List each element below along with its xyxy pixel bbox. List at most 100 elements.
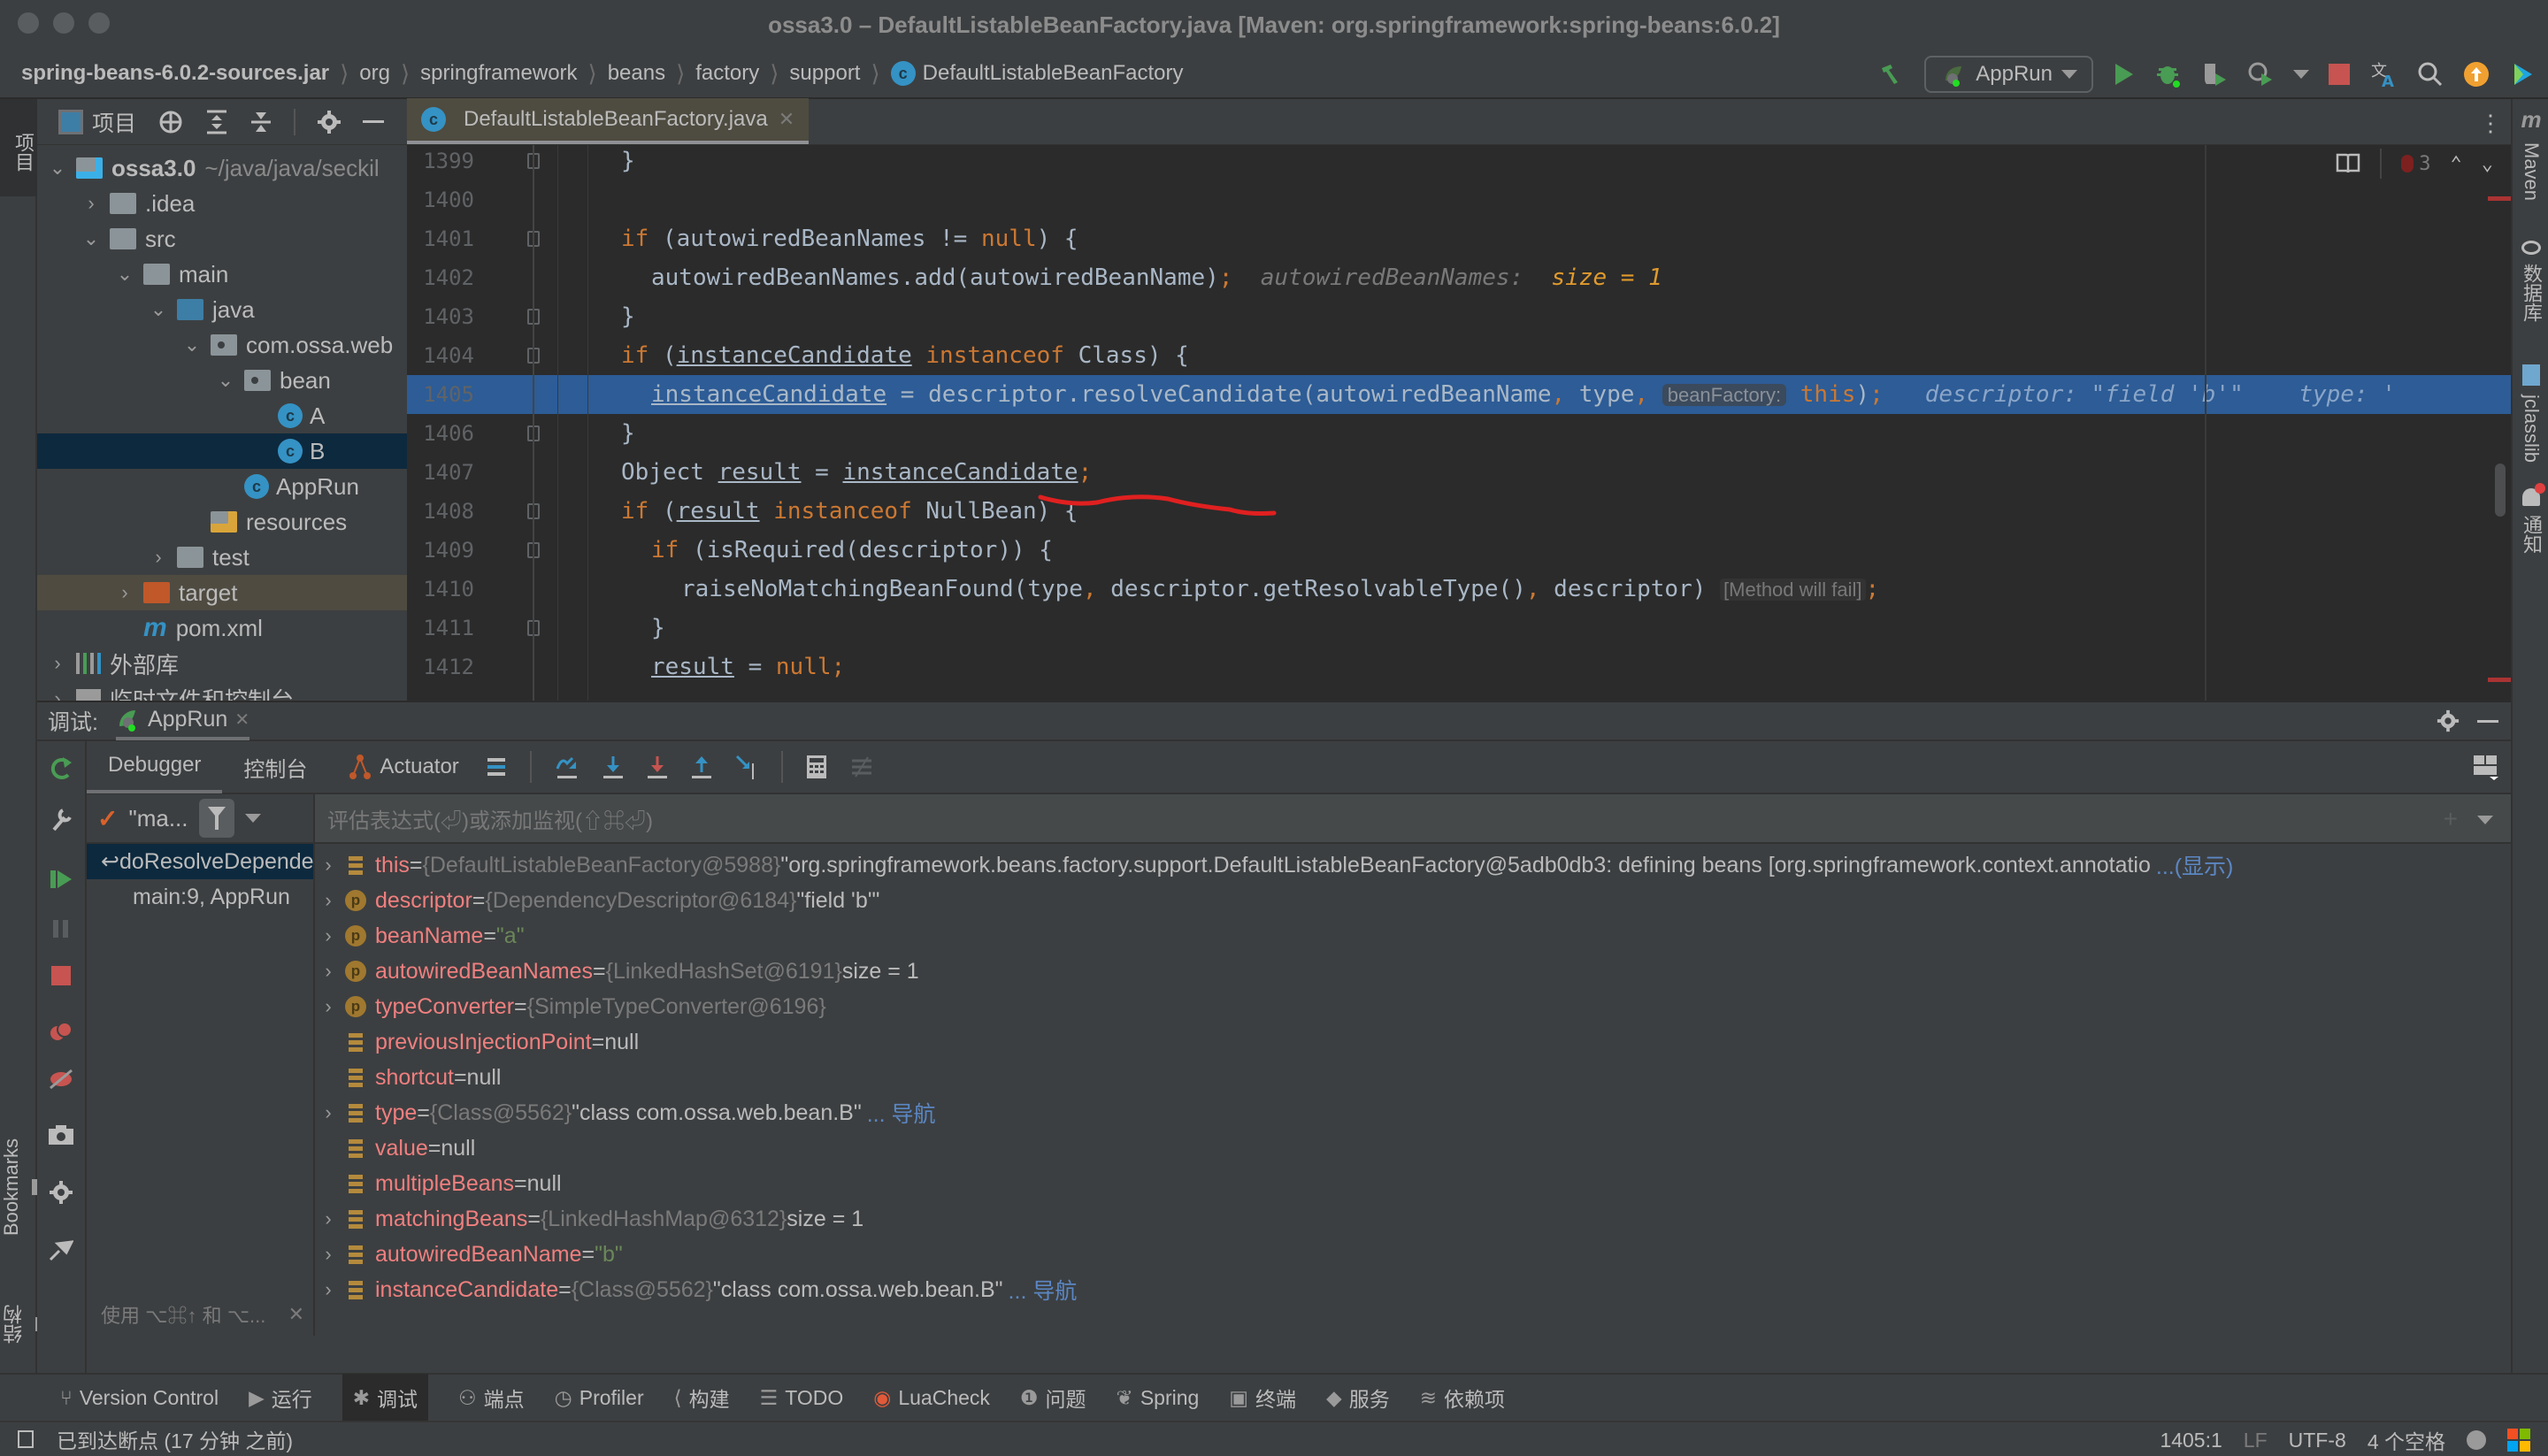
breadcrumb-item[interactable]: c DefaultListableBeanFactory (890, 61, 1183, 86)
tree-item[interactable]: › target (37, 575, 407, 610)
settings-icon[interactable] (49, 1180, 73, 1205)
layout-settings-icon[interactable] (2472, 754, 2498, 780)
problems-indicator[interactable]: 3 (2401, 153, 2431, 175)
chevron-right-icon[interactable]: › (149, 546, 168, 569)
profile-icon[interactable] (2247, 61, 2274, 88)
tree-item[interactable]: resources (37, 504, 407, 540)
close-window-button[interactable] (18, 12, 39, 34)
translate-icon[interactable]: 文A (2369, 60, 2398, 88)
breadcrumb-item[interactable]: org (359, 61, 390, 86)
force-step-into-icon[interactable] (647, 755, 668, 779)
variable-row[interactable]: › type = {Class@5562} "class com.ossa.web… (315, 1095, 2511, 1130)
stack-frame[interactable]: main:9, AppRun (87, 879, 313, 915)
expand-all-icon[interactable] (205, 109, 228, 135)
tool-window-button[interactable]: ▶ 运行 (249, 1374, 312, 1422)
line-number[interactable]: 1403 (407, 304, 478, 329)
tab-debugger[interactable]: Debugger (87, 740, 223, 793)
gear-icon[interactable] (2437, 709, 2460, 732)
coverage-icon[interactable] (2201, 61, 2228, 88)
variable-row[interactable]: shortcut = null (315, 1060, 2511, 1095)
variable-row[interactable]: › matchingBeans = {LinkedHashMap@6312} si… (315, 1201, 2511, 1237)
stop-icon[interactable] (2329, 64, 2350, 85)
database-tool-tab[interactable]: 数据库 (2513, 241, 2548, 322)
step-out-icon[interactable] (691, 755, 712, 779)
resume-icon[interactable] (49, 867, 73, 892)
tool-window-button[interactable]: ◆ 服务 (1326, 1374, 1390, 1422)
evaluate-expression-input[interactable]: 评估表达式(⏎)或添加监视(⇧⌘⏎) + (315, 794, 2511, 844)
tree-item[interactable]: c AppRun (37, 469, 407, 504)
bookmarks-tool-tab[interactable]: Bookmarks (0, 1116, 37, 1258)
tool-window-button[interactable]: ⟨ 构建 (674, 1374, 730, 1422)
status-message[interactable]: 已到达断点 (17 分钟 之前) (57, 1424, 293, 1454)
line-number[interactable]: 1409 (407, 538, 478, 563)
close-hint-icon[interactable]: ✕ (288, 1303, 304, 1326)
notifications-tool-tab[interactable]: 通知 (2513, 483, 2548, 554)
line-number[interactable]: 1399 (407, 149, 478, 173)
chevron-right-icon[interactable]: › (315, 1243, 342, 1266)
line-number[interactable]: 1410 (407, 577, 478, 602)
chevron-right-icon[interactable]: › (48, 652, 67, 675)
hide-panel-icon[interactable] (363, 120, 385, 123)
tool-window-button[interactable]: ❦ Spring (1117, 1374, 1200, 1422)
chevron-right-icon[interactable]: › (315, 1278, 342, 1301)
chevron-right-icon[interactable]: › (315, 854, 342, 877)
tree-item[interactable]: ⌄ main (37, 257, 407, 292)
breadcrumb-item[interactable]: factory (695, 61, 759, 86)
breadcrumb-item[interactable]: spring-beans-6.0.2-sources.jar (21, 61, 329, 86)
variable-link[interactable]: ... 导航 (1009, 1274, 1078, 1306)
chevron-right-icon[interactable]: › (315, 1207, 342, 1230)
chevron-down-icon[interactable]: ⌄ (81, 227, 101, 250)
chevron-right-icon[interactable]: › (315, 924, 342, 947)
camera-icon[interactable] (49, 1125, 73, 1145)
chevron-right-icon[interactable]: › (81, 192, 101, 215)
editor-scrollbar[interactable] (2495, 464, 2506, 517)
minimize-window-button[interactable] (53, 12, 74, 34)
code-with-me-icon[interactable] (2467, 1430, 2486, 1450)
tree-item[interactable]: ⌄ src (37, 221, 407, 257)
toggle-tool-windows-icon[interactable] (18, 1430, 34, 1448)
toolbox-icon[interactable] (2509, 61, 2536, 88)
pause-icon[interactable] (50, 918, 72, 939)
tool-window-button[interactable]: ⑂ Version Control (60, 1374, 219, 1422)
collapse-all-icon[interactable] (249, 109, 272, 135)
variable-row[interactable]: › p descriptor = {DependencyDescriptor@618… (315, 883, 2511, 918)
chevron-right-icon[interactable]: › (315, 960, 342, 983)
reader-mode-icon[interactable] (2336, 153, 2360, 174)
tool-window-button[interactable]: ≋ 依赖项 (1420, 1374, 1505, 1422)
line-number[interactable]: 1407 (407, 460, 478, 485)
line-number[interactable]: 1406 (407, 421, 478, 446)
tool-window-button[interactable]: ◉ LuaCheck (873, 1374, 990, 1422)
chevron-down-icon[interactable]: ⌄ (149, 298, 168, 321)
tab-console[interactable]: 控制台 (222, 740, 328, 793)
view-breakpoints-icon[interactable] (49, 1021, 73, 1042)
chevron-right-icon[interactable]: › (115, 581, 134, 604)
run-icon[interactable] (2113, 62, 2136, 87)
next-problem-icon[interactable]: ⌄ (2482, 153, 2493, 175)
tool-window-button[interactable]: ❶ 问题 (1020, 1374, 1086, 1422)
jclasslib-tool-tab[interactable]: jclasslib (2513, 364, 2548, 463)
thread-dropdown-icon[interactable] (244, 814, 261, 823)
variable-row[interactable]: › p autowiredBeanNames = {LinkedHashSet@61… (315, 954, 2511, 989)
editor-tab-defaultlistablebeanfactory[interactable]: c DefaultListableBeanFactory.java ✕ (407, 98, 810, 144)
rerun-icon[interactable] (49, 755, 73, 780)
breadcrumb-item[interactable]: springframework (420, 61, 577, 86)
add-watch-icon[interactable]: + (2444, 805, 2458, 833)
more-run-options-icon[interactable] (2293, 70, 2309, 79)
tree-item[interactable]: cA (37, 398, 407, 433)
previous-problem-icon[interactable]: ⌃ (2451, 153, 2462, 175)
line-number[interactable]: 1400 (407, 188, 478, 212)
zoom-window-button[interactable] (88, 12, 110, 34)
gear-icon[interactable] (317, 110, 342, 134)
project-view-selector[interactable]: 项目 (58, 106, 136, 138)
evaluate-expression-icon[interactable] (806, 755, 827, 779)
thread-selector[interactable]: ✓ "ma... (87, 794, 313, 844)
line-number[interactable]: 1408 (407, 499, 478, 524)
chevron-right-icon[interactable]: › (315, 995, 342, 1018)
tree-item[interactable]: › 外部库 (37, 646, 407, 681)
tab-actuator[interactable]: Actuator (328, 740, 480, 793)
tree-item[interactable]: ⌄ bean (37, 363, 407, 398)
trace-stream-icon[interactable] (850, 755, 873, 778)
debug-icon[interactable] (2155, 61, 2182, 88)
tree-item[interactable]: cB (37, 433, 407, 469)
close-tab-icon[interactable]: ✕ (779, 108, 794, 131)
